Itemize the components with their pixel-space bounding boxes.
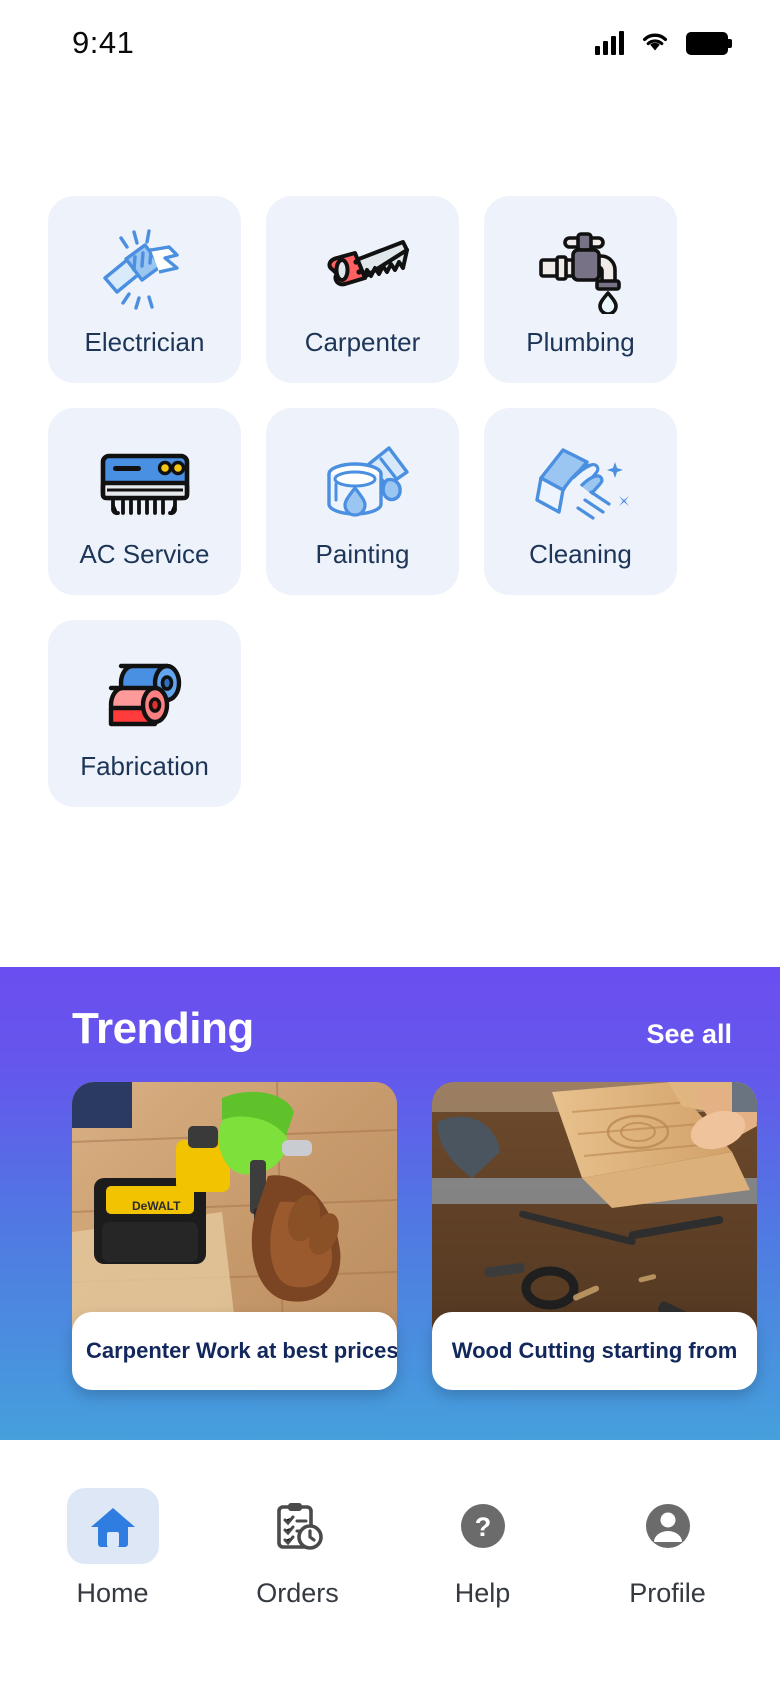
nav-label: Profile <box>629 1578 706 1608</box>
paint-bucket-brush-icon <box>308 434 418 530</box>
wifi-icon <box>639 29 671 58</box>
cellular-signal-icon <box>595 31 624 55</box>
nav-label: Orders <box>256 1578 339 1608</box>
trending-header: Trending See all <box>0 967 780 1054</box>
see-all-link[interactable]: See all <box>646 1019 732 1050</box>
trending-card-caption: Carpenter Work at best prices <box>72 1312 397 1390</box>
clipboard-clock-icon <box>252 1488 344 1564</box>
service-label: Fabrication <box>80 751 209 781</box>
bottom-navigation: Home Orders ? Help Profile <box>0 1440 780 1688</box>
service-card-painting[interactable]: Painting <box>266 408 459 595</box>
status-bar: 9:41 <box>0 0 780 86</box>
cleaning-wipe-icon <box>526 434 636 530</box>
nav-label: Home <box>76 1578 149 1608</box>
status-bar-time: 9:41 <box>72 25 135 60</box>
trending-title: Trending <box>72 1004 254 1053</box>
trending-card[interactable]: Wood Cutting starting from <box>432 1082 757 1390</box>
nav-label: Help <box>454 1578 511 1608</box>
services-section: Electrician Carpenter Plumbing AC Servic… <box>0 86 780 807</box>
trending-card-caption: Wood Cutting starting from <box>432 1312 757 1390</box>
service-card-carpenter[interactable]: Carpenter <box>266 196 459 383</box>
svg-text:?: ? <box>474 1512 491 1542</box>
app-screen: 9:41 Electrician Carpenter Plumbing AC S… <box>0 0 780 1688</box>
nav-item-help[interactable]: ? Help <box>408 1488 558 1609</box>
service-card-fabrication[interactable]: Fabrication <box>48 620 241 807</box>
question-circle-icon: ? <box>437 1488 529 1564</box>
fabric-rolls-icon <box>90 646 200 742</box>
service-card-cleaning[interactable]: Cleaning <box>484 408 677 595</box>
hand-saw-icon <box>308 222 418 318</box>
service-card-plumbing[interactable]: Plumbing <box>484 196 677 383</box>
trending-card-list[interactable]: DeWALT Carpenter Work at best prices Woo… <box>0 1054 780 1390</box>
svg-text:DeWALT: DeWALT <box>132 1199 181 1213</box>
service-label: Painting <box>315 539 410 569</box>
trending-card[interactable]: DeWALT Carpenter Work at best prices <box>72 1082 397 1390</box>
service-label: AC Service <box>79 539 210 569</box>
faucet-tap-icon <box>526 222 636 318</box>
service-card-electrician[interactable]: Electrician <box>48 196 241 383</box>
services-grid: Electrician Carpenter Plumbing AC Servic… <box>48 196 732 807</box>
service-card-ac-service[interactable]: AC Service <box>48 408 241 595</box>
nav-item-orders[interactable]: Orders <box>223 1488 373 1609</box>
service-label: Plumbing <box>526 327 635 357</box>
service-label: Electrician <box>84 327 205 357</box>
nav-item-profile[interactable]: Profile <box>593 1488 743 1609</box>
electric-plug-icon <box>90 222 200 318</box>
person-circle-icon <box>622 1488 714 1564</box>
service-label: Cleaning <box>529 539 632 569</box>
service-label: Carpenter <box>304 327 421 357</box>
nav-item-home[interactable]: Home <box>38 1488 188 1609</box>
battery-full-icon <box>686 31 732 55</box>
home-icon <box>66 1488 159 1564</box>
air-conditioner-icon <box>90 434 200 530</box>
trending-section: Trending See all DeWALT Carpenter Work a… <box>0 967 780 1440</box>
status-bar-icons <box>595 29 732 58</box>
